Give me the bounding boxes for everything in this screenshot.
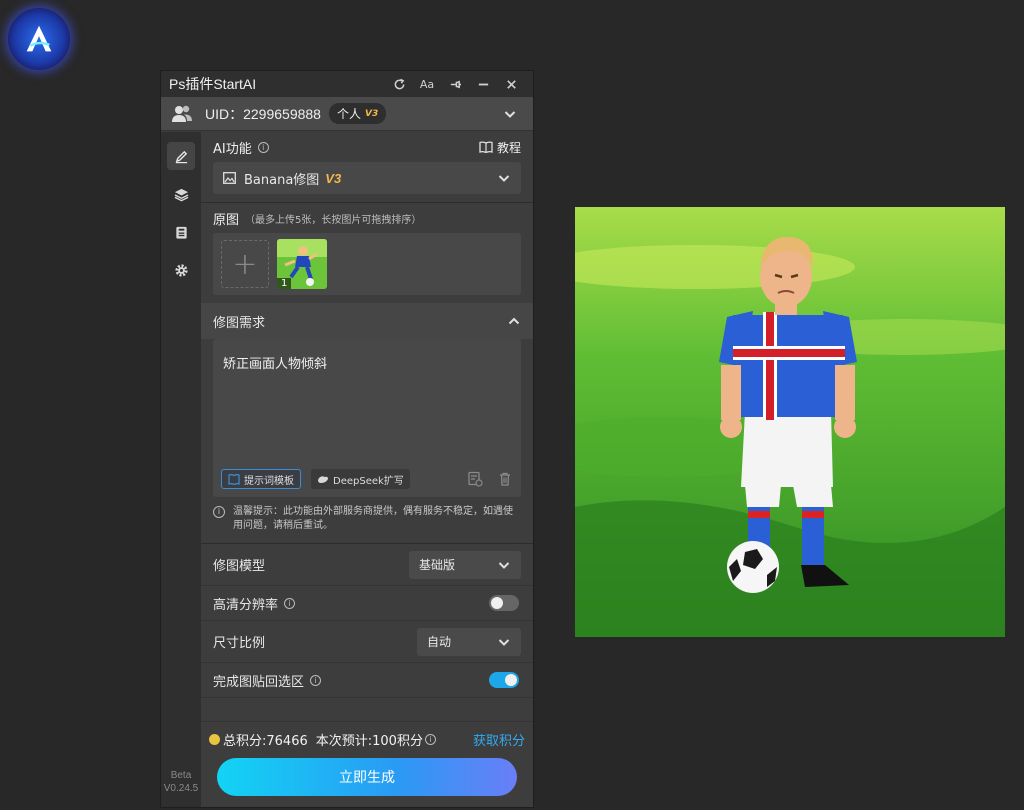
coin-icon — [209, 733, 220, 745]
info-icon[interactable]: i — [284, 597, 296, 609]
tutorial-link[interactable]: 教程 — [479, 139, 521, 156]
main-content: AI功能 i 教程 Banana修图 V3 原图 （最多上传5张，长按图片可拖拽… — [201, 132, 533, 721]
sidebar-item-ai-edit[interactable] — [167, 142, 195, 170]
prompt-textarea[interactable]: 矫正画面人物倾斜 提示词模板 DeepSeek扩写 — [213, 339, 521, 497]
points-bar: 总积分:76466 本次预计:100积分 i 获取积分 — [201, 722, 533, 756]
plan-version: V3 — [365, 108, 379, 119]
info-icon[interactable]: i — [257, 141, 269, 153]
uid-label: UID：2299659888 — [205, 105, 321, 122]
settings-icon — [174, 263, 188, 277]
ratio-label: 尺寸比例 — [213, 636, 266, 651]
prompt-template-label: 提示词模板 — [244, 475, 294, 487]
toggle-knob — [505, 674, 517, 686]
refresh-icon[interactable] — [385, 71, 413, 97]
logo-a-icon — [26, 25, 52, 52]
plan-badge: 个人 V3 — [328, 103, 387, 124]
source-image-upload-area: + 1 — [213, 233, 521, 295]
add-image-button[interactable]: + — [221, 240, 269, 288]
layers-icon — [174, 188, 188, 201]
source-image-hint: （最多上传5张，长按图片可拖拽排序） — [245, 214, 422, 226]
users-icon — [172, 105, 192, 122]
save-icon — [175, 226, 187, 239]
image-icon — [223, 172, 236, 184]
beta-label: Beta — [170, 770, 192, 781]
edit-request-header[interactable]: 修图需求 — [201, 303, 533, 339]
model-select[interactable]: 基础版 — [409, 550, 521, 579]
sidebar-item-layers[interactable] — [167, 180, 195, 208]
info-icon[interactable]: i — [310, 674, 322, 686]
trash-icon[interactable] — [497, 471, 513, 487]
ai-function-version: V3 — [325, 170, 342, 186]
ai-function-header: AI功能 i 教程 — [213, 132, 521, 162]
title-bar: Ps插件StartAI Aa — [161, 71, 533, 97]
chevron-down-icon — [498, 175, 510, 182]
paste-back-toggle[interactable] — [489, 672, 519, 688]
info-icon[interactable]: i — [424, 733, 436, 745]
close-icon[interactable] — [497, 71, 525, 97]
edit-request-label: 修图需求 — [213, 315, 266, 331]
ai-function-label: AI功能 — [213, 141, 252, 157]
prompt-text[interactable]: 矫正画面人物倾斜 — [223, 353, 511, 372]
sidebar-item-settings[interactable] — [167, 256, 195, 284]
hd-label: 高清分辨率 — [213, 597, 279, 613]
estimate-points: 本次预计:100积分 — [315, 733, 423, 749]
model-row: 修图模型 基础版 — [201, 544, 533, 586]
plan-label: 个人 — [336, 107, 361, 121]
version-label: Beta V0.24.5 — [161, 769, 201, 795]
toggle-knob — [491, 597, 503, 609]
source-image-header: 原图 （最多上传5张，长按图片可拖拽排序） — [213, 203, 521, 233]
ratio-value: 自动 — [427, 635, 452, 649]
paste-back-row: 完成图贴回选区 i — [201, 663, 533, 698]
notice-text: 温馨提示：此功能由外部服务商提供，偶有服务不稳定，如遇使用问题，请稍后重试。 — [233, 506, 513, 531]
sidebar: Beta V0.24.5 — [161, 132, 201, 807]
font-size-icon[interactable]: Aa — [413, 71, 441, 97]
get-points-link[interactable]: 获取积分 — [473, 730, 525, 749]
deepseek-label: DeepSeek扩写 — [333, 475, 404, 487]
template-book-icon — [228, 473, 240, 485]
version-number: V0.24.5 — [163, 783, 199, 794]
aspect-ratio-row: 尺寸比例 自动 — [201, 621, 533, 663]
source-image-label: 原图 — [213, 212, 240, 228]
service-notice: i 温馨提示：此功能由外部服务商提供，偶有服务不稳定，如遇使用问题，请稍后重试。 — [201, 497, 533, 533]
book-icon — [479, 141, 493, 153]
notice-info-icon: i — [213, 506, 225, 518]
startai-panel: Ps插件StartAI Aa UID：2299659888 个人 V3 Beta… — [160, 70, 534, 808]
model-label: 修图模型 — [213, 559, 266, 574]
chevron-down-icon — [498, 561, 510, 569]
deepseek-expand-button[interactable]: DeepSeek扩写 — [311, 469, 410, 489]
minimize-icon[interactable] — [469, 71, 497, 97]
thumbnail-index: 1 — [277, 278, 292, 289]
sidebar-item-saved[interactable] — [167, 218, 195, 246]
deepseek-icon — [318, 475, 328, 483]
chevron-down-icon[interactable] — [503, 107, 517, 121]
ai-function-value: Banana修图 — [244, 172, 320, 188]
generate-button[interactable]: 立即生成 — [217, 758, 517, 796]
total-points: 总积分:76466 — [223, 733, 308, 749]
hd-toggle[interactable] — [489, 595, 519, 611]
paste-back-label: 完成图贴回选区 — [213, 674, 305, 690]
ai-function-select[interactable]: Banana修图 V3 — [213, 162, 521, 194]
prompt-toolbar: 提示词模板 DeepSeek扩写 — [221, 469, 513, 489]
prompt-template-button[interactable]: 提示词模板 — [221, 469, 301, 489]
football-player-illustration — [575, 207, 1005, 637]
app-logo[interactable] — [8, 8, 70, 70]
canvas-image — [575, 207, 1005, 637]
history-icon[interactable] — [467, 471, 483, 487]
chevron-up-icon[interactable] — [507, 314, 521, 328]
hd-resolution-row: 高清分辨率 i — [201, 586, 533, 621]
account-bar[interactable]: UID：2299659888 个人 V3 — [161, 97, 533, 131]
pin-icon[interactable] — [441, 71, 469, 97]
window-title: Ps插件StartAI — [169, 76, 257, 92]
brush-icon — [175, 150, 187, 163]
tutorial-label: 教程 — [496, 140, 521, 155]
model-value: 基础版 — [419, 558, 456, 572]
footer: 总积分:76466 本次预计:100积分 i 获取积分 立即生成 — [201, 721, 533, 807]
chevron-down-icon — [498, 638, 510, 646]
ratio-select[interactable]: 自动 — [417, 627, 521, 656]
image-thumbnail[interactable]: 1 — [277, 239, 327, 289]
